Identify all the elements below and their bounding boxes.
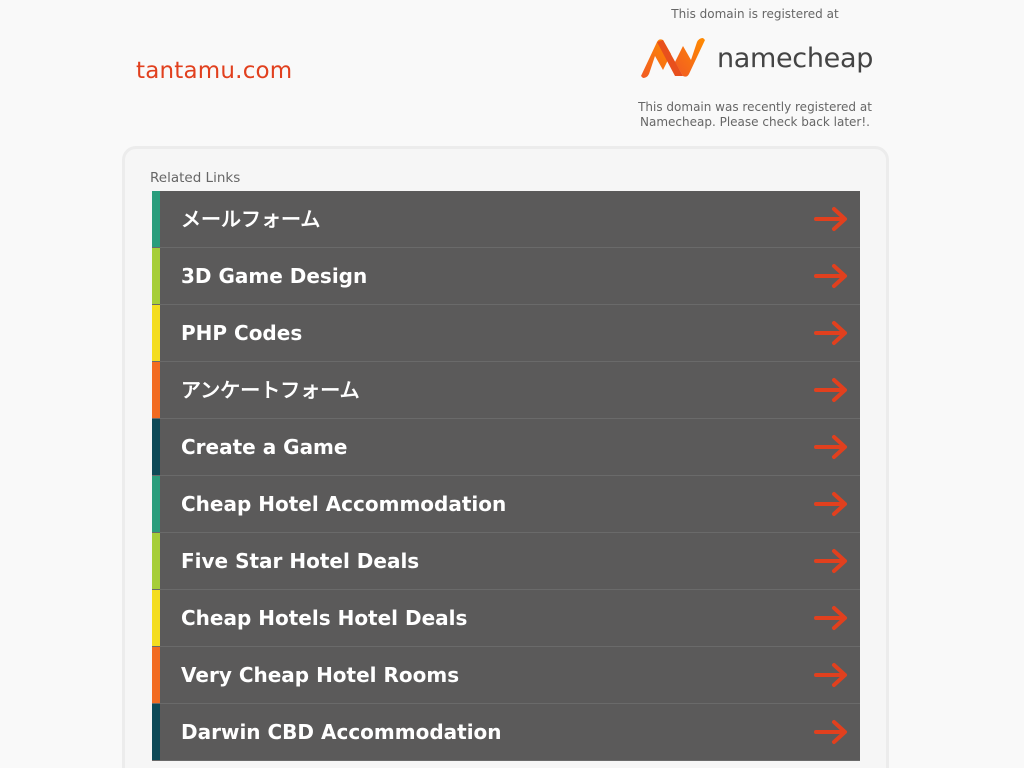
registered-note-line-1: This domain was recently registered at [638,100,872,114]
related-link-label: Cheap Hotel Accommodation [181,492,507,516]
arrow-right-icon [814,549,847,573]
namecheap-logo-icon [640,38,705,78]
related-links-title: Related Links [150,170,241,186]
related-link-label: Very Cheap Hotel Rooms [181,663,460,687]
related-links-panel: Related Links メールフォーム 3D Game Design PHP… [122,146,889,768]
accent-bar [152,362,160,418]
domain-name-link[interactable]: tantamu.com [136,58,292,84]
arrow-right-icon [814,321,847,345]
arrow-right-icon [814,720,847,744]
accent-bar [152,704,160,760]
registered-at-text: This domain is registered at [671,7,839,21]
namecheap-logo-link[interactable]: namecheap [630,32,880,84]
accent-bar [152,590,160,646]
registered-note: This domain was recently registered at N… [630,100,880,130]
arrow-right-icon [814,378,847,402]
related-link-row[interactable]: Five Star Hotel Deals [152,533,860,590]
arrow-right-icon [814,663,847,687]
arrow-right-icon [814,492,847,516]
parked-domain-page: tantamu.com This domain is registered at… [0,0,1024,768]
related-link-row[interactable]: Very Cheap Hotel Rooms [152,647,860,704]
namecheap-wordmark: namecheap [716,42,874,74]
related-link-row[interactable]: メールフォーム [152,191,860,248]
arrow-right-icon [814,435,847,459]
arrow-right-icon [814,264,847,288]
related-link-row[interactable]: PHP Codes [152,305,860,362]
related-link-row[interactable]: Cheap Hotels Hotel Deals [152,590,860,647]
related-link-label: PHP Codes [181,321,303,345]
accent-bar [152,191,160,247]
accent-bar [152,305,160,361]
related-link-label: Five Star Hotel Deals [181,549,420,573]
related-link-row[interactable]: アンケートフォーム [152,362,860,419]
related-link-label: メールフォーム [181,207,321,231]
related-link-row[interactable]: Create a Game [152,419,860,476]
arrow-right-icon [814,606,847,630]
registrar-info: This domain is registered at namecheap T… [630,0,880,130]
related-link-label: Darwin CBD Accommodation [181,720,502,744]
accent-bar [152,476,160,532]
related-link-label: Cheap Hotels Hotel Deals [181,606,468,630]
related-link-label: Create a Game [181,435,348,459]
accent-bar [152,533,160,589]
related-link-row[interactable]: Darwin CBD Accommodation [152,704,860,761]
arrow-right-icon [814,207,847,231]
related-link-row[interactable]: Cheap Hotel Accommodation [152,476,860,533]
related-link-label: 3D Game Design [181,264,368,288]
related-links-list: メールフォーム 3D Game Design PHP Codes アンケートフォ… [152,191,860,761]
registered-note-line-2: Namecheap. Please check back later!. [640,115,870,129]
related-link-row[interactable]: 3D Game Design [152,248,860,305]
accent-bar [152,248,160,304]
accent-bar [152,419,160,475]
related-link-label: アンケートフォーム [181,378,360,402]
accent-bar [152,647,160,703]
